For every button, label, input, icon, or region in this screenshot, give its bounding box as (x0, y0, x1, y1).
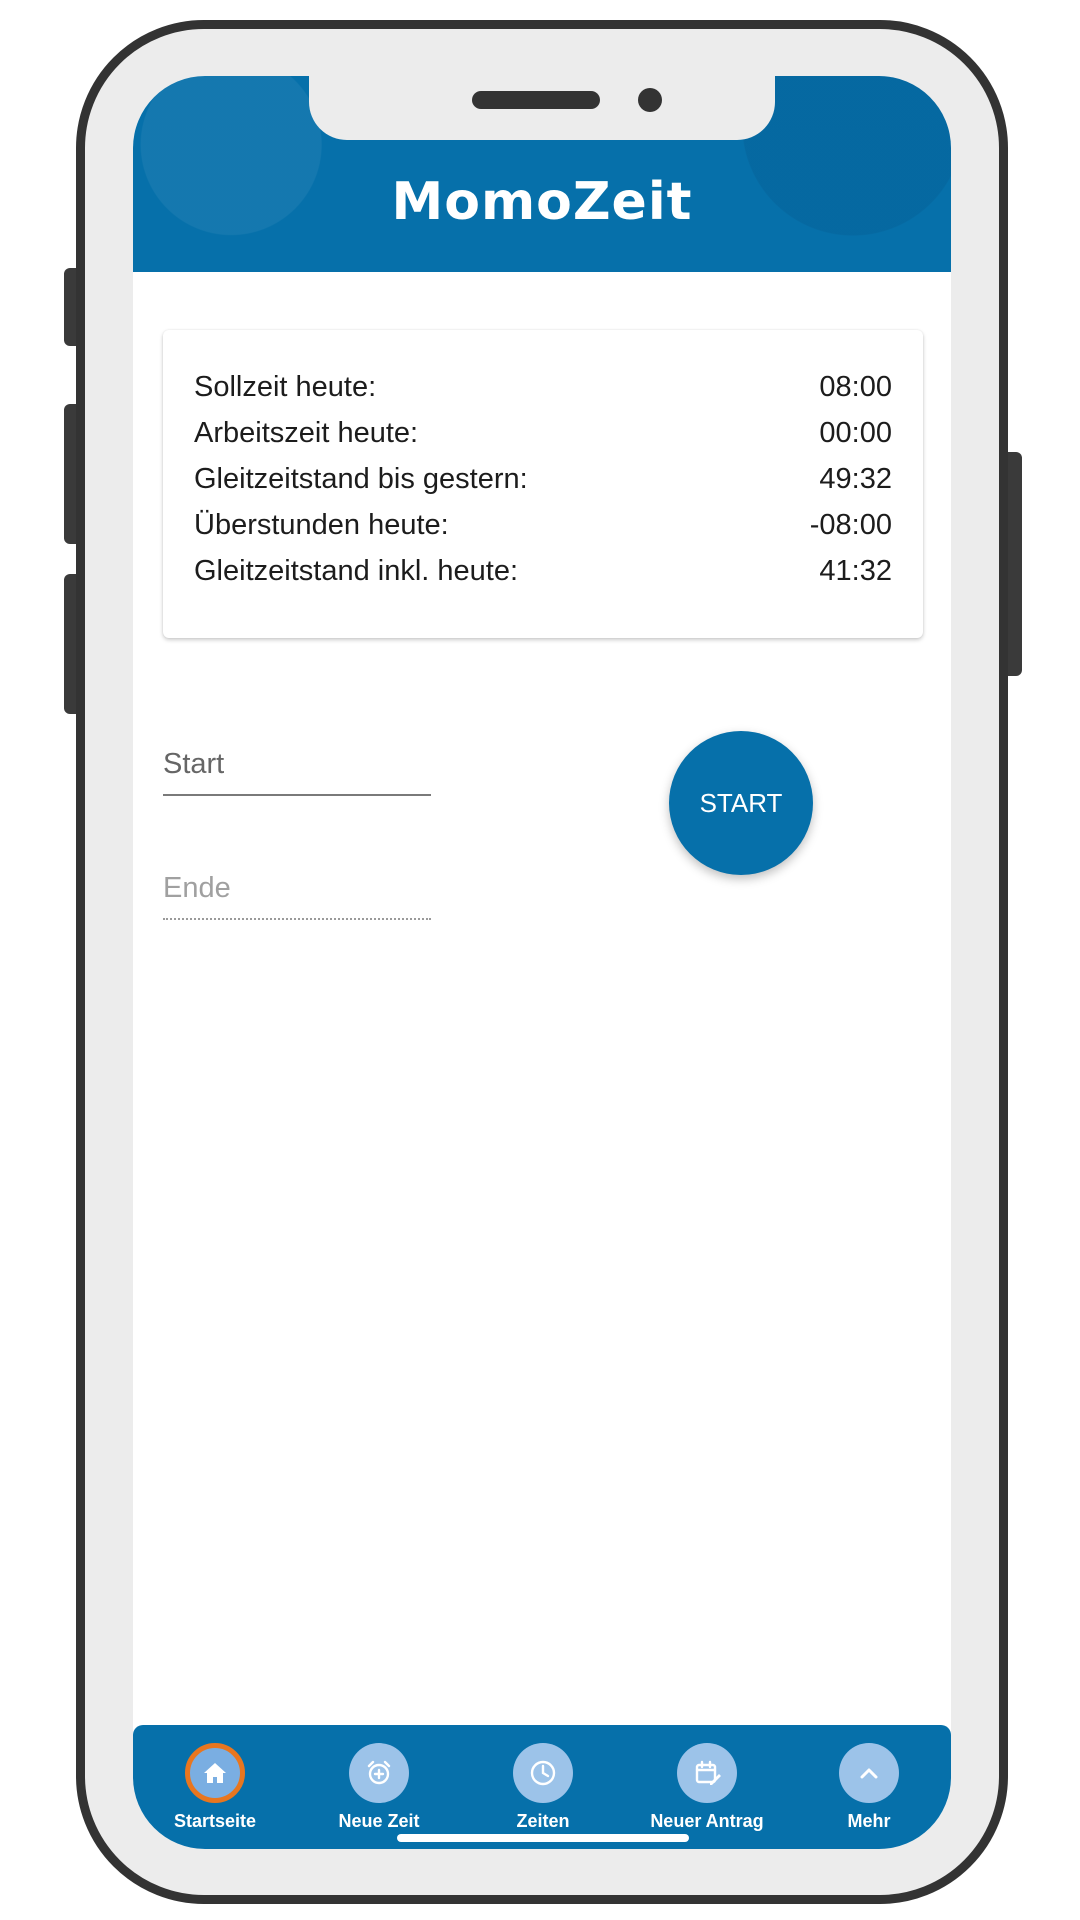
summary-row: Überstunden heute: -08:00 (194, 502, 892, 548)
summary-row: Arbeitszeit heute: 00:00 (194, 410, 892, 456)
start-time-input[interactable] (163, 736, 431, 781)
end-time-input[interactable] (163, 860, 431, 905)
start-time-field (163, 736, 431, 796)
nav-label: Mehr (847, 1811, 891, 1831)
nav-label: Neue Zeit (338, 1811, 420, 1831)
summary-value: 00:00 (819, 416, 892, 449)
home-indicator (397, 1834, 689, 1842)
summary-label: Arbeitszeit heute: (194, 416, 419, 449)
front-camera (638, 88, 662, 112)
calendar-edit-icon (677, 1743, 737, 1803)
summary-value: 41:32 (819, 554, 892, 587)
summary-value: -08:00 (809, 508, 892, 541)
summary-value: 08:00 (819, 370, 892, 403)
nav-label: Zeiten (516, 1811, 570, 1831)
summary-label: Überstunden heute: (194, 508, 449, 541)
app-screen: MomoZeit Sollzeit heute: 08:00 Arbeitsze… (133, 76, 951, 1849)
summary-label: Gleitzeitstand inkl. heute: (194, 554, 519, 587)
phone-notch (309, 76, 775, 140)
alarm-add-icon (349, 1743, 409, 1803)
app-logo: MomoZeit (391, 172, 693, 232)
chevron-up-icon (839, 1743, 899, 1803)
nav-label: Startseite (173, 1811, 257, 1831)
summary-label: Gleitzeitstand bis gestern: (194, 462, 528, 495)
bottom-navigation: Startseite Neue Zeit Zeiten Neuer Antrag… (133, 1725, 951, 1849)
clock-icon (513, 1743, 573, 1803)
nav-item-mehr[interactable]: Mehr (789, 1743, 949, 1849)
speaker-grille (472, 91, 600, 109)
summary-label: Sollzeit heute: (194, 370, 377, 403)
summary-row: Sollzeit heute: 08:00 (194, 364, 892, 410)
nav-label: Neuer Antrag (650, 1811, 764, 1831)
start-button[interactable]: START (669, 731, 813, 875)
home-icon (185, 1743, 245, 1803)
summary-row: Gleitzeitstand inkl. heute: 41:32 (194, 548, 892, 594)
summary-row: Gleitzeitstand bis gestern: 49:32 (194, 456, 892, 502)
time-summary-card: Sollzeit heute: 08:00 Arbeitszeit heute:… (163, 330, 923, 638)
nav-item-startseite[interactable]: Startseite (135, 1743, 295, 1849)
summary-value: 49:32 (819, 462, 892, 495)
end-time-field (163, 860, 431, 920)
